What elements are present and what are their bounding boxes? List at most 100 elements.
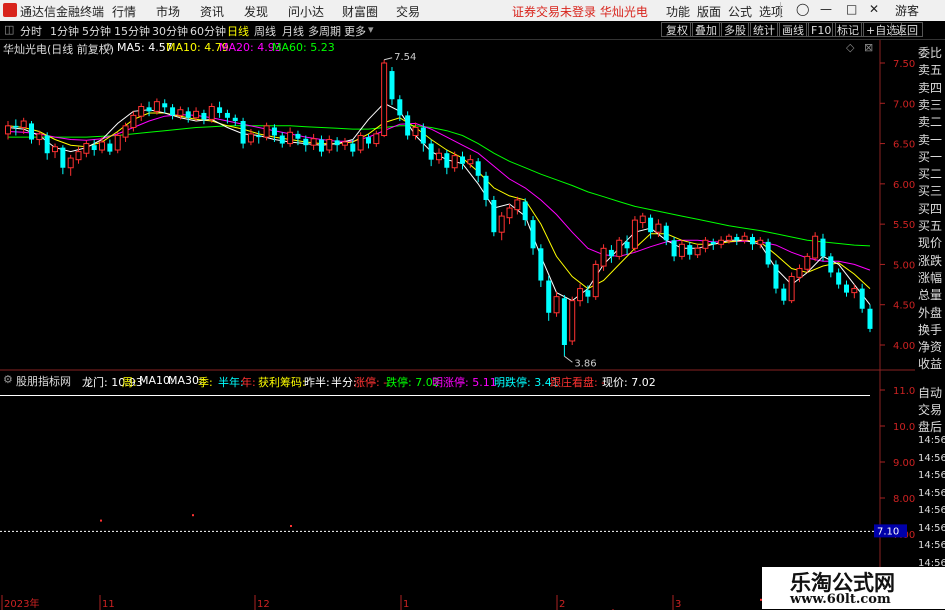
candle-body	[578, 289, 583, 301]
candle-body	[593, 264, 598, 296]
menu-news[interactable]: 资讯	[200, 3, 224, 20]
side-panel-label: 涨幅	[918, 269, 942, 286]
candle-body	[797, 268, 802, 277]
price-tick-label: 4.50	[893, 301, 915, 312]
menu-wealth-circle[interactable]: 财富圈	[342, 3, 378, 20]
candle-body	[609, 250, 614, 256]
back-button[interactable]: 返回	[891, 22, 923, 37]
indicator-tick-label: 8.00	[893, 494, 915, 505]
candle-body	[405, 115, 410, 135]
side-panel-label: 14:56	[918, 505, 945, 516]
period-multi[interactable]: 多周期	[308, 23, 341, 39]
price-tick-label: 4.00	[893, 341, 915, 352]
current-price-tag-text: 7.10	[877, 526, 899, 537]
candle-body	[766, 242, 771, 265]
candle-body	[186, 111, 191, 117]
candle-body	[687, 245, 692, 255]
indicator-item: 昨半:	[304, 374, 330, 390]
candle-body	[256, 136, 261, 138]
candle-body	[241, 121, 246, 144]
app-logo-icon	[3, 3, 17, 17]
quote-side-panel: 委比卖五卖四卖三卖二卖一买一买二买三买四买五现价涨跌涨幅总量外盘换手净资收益自动…	[915, 40, 945, 610]
adjust-button[interactable]: 复权	[661, 22, 693, 37]
dropdown-icon[interactable]: ▾	[368, 23, 374, 36]
candle-body	[115, 136, 120, 151]
candle-body	[499, 216, 504, 232]
candle-body	[585, 290, 590, 296]
period-60min[interactable]: 60分钟	[190, 23, 226, 39]
indicator-mark	[100, 520, 102, 522]
candle-body	[366, 137, 371, 143]
candle-body	[789, 277, 794, 301]
candle-body	[523, 202, 528, 221]
price-tick-label: 5.50	[893, 220, 915, 231]
indicator-item: 季:	[198, 374, 213, 390]
side-panel-label: 外盘	[918, 304, 942, 321]
draw-button[interactable]: 画线	[777, 22, 809, 37]
period-tick[interactable]: 分时	[20, 23, 42, 39]
guest-label[interactable]: 游客	[895, 2, 919, 19]
candle-body	[45, 136, 50, 154]
overlay-button[interactable]: 叠加	[690, 22, 722, 37]
menu-ask[interactable]: 问小达	[288, 3, 324, 20]
maximize-icon[interactable]: □	[846, 2, 857, 16]
candle-body	[389, 71, 394, 99]
period-5min[interactable]: 5分钟	[82, 23, 111, 39]
indicator-gear-icon[interactable]: ⚙	[3, 373, 13, 386]
candle-body	[726, 236, 731, 240]
candle-body	[664, 226, 669, 241]
candle-body	[640, 216, 645, 222]
candle-body	[147, 107, 152, 111]
user-icon[interactable]: ◯	[796, 2, 809, 16]
menu-discover[interactable]: 发现	[244, 3, 268, 20]
period-30min[interactable]: 30分钟	[152, 23, 188, 39]
kline-chart[interactable]: 7.507.006.506.005.505.004.504.00 7.543.8…	[0, 40, 915, 610]
date-tick-label: 3	[675, 599, 681, 610]
candle-body	[170, 107, 175, 115]
menu-layout[interactable]: 版面	[697, 3, 721, 20]
expand-icon[interactable]: ◫	[4, 23, 14, 36]
menu-function[interactable]: 功能	[666, 3, 690, 20]
candle-body	[781, 289, 786, 301]
indicator-mark	[290, 525, 292, 527]
indicator-tick-label: 9.00	[893, 458, 915, 469]
mark-button[interactable]: 标记	[832, 22, 864, 37]
candle-body	[382, 63, 387, 136]
menu-trade[interactable]: 交易	[396, 3, 420, 20]
candle-body	[852, 289, 857, 293]
multi-stock-button[interactable]: 多股	[719, 22, 751, 37]
price-tick-label: 7.50	[893, 59, 915, 70]
period-more[interactable]: 更多	[344, 23, 366, 39]
date-tick-label: 2023年	[4, 597, 39, 610]
candle-body	[264, 126, 269, 137]
price-tick-label: 6.00	[893, 180, 915, 191]
candle-body	[397, 99, 402, 115]
candle-body	[335, 140, 340, 145]
side-panel-label: 14:56	[918, 488, 945, 499]
candle-body	[131, 115, 136, 127]
candle-body	[53, 147, 58, 152]
candle-body	[358, 136, 363, 151]
side-panel-label: 换手	[918, 321, 942, 338]
menu-market[interactable]: 市场	[156, 3, 180, 20]
moving-average-lines	[8, 103, 870, 304]
candle-body	[60, 148, 65, 168]
candle-body	[742, 236, 747, 240]
candle-body	[233, 118, 238, 121]
period-15min[interactable]: 15分钟	[114, 23, 150, 39]
candle-body	[280, 136, 285, 144]
indicator-item: 明涨停: 5.11	[432, 374, 497, 390]
indicator-item: 年:	[241, 374, 256, 390]
period-weekly[interactable]: 周线	[254, 23, 276, 39]
minimize-icon[interactable]: —	[820, 2, 832, 16]
candle-body	[327, 140, 332, 150]
period-daily[interactable]: 日线	[227, 23, 249, 39]
menu-formula[interactable]: 公式	[728, 3, 752, 20]
close-icon[interactable]: ✕	[869, 2, 879, 16]
candle-body	[507, 208, 512, 218]
statistics-button[interactable]: 统计	[748, 22, 780, 37]
menu-quotes[interactable]: 行情	[112, 3, 136, 20]
indicator-tick-label: 11.00	[893, 386, 915, 397]
period-monthly[interactable]: 月线	[282, 23, 304, 39]
period-1min[interactable]: 1分钟	[50, 23, 79, 39]
